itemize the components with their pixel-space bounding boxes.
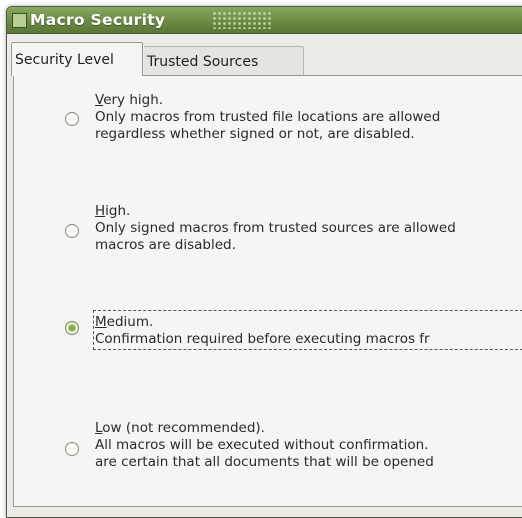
option-low-title: Low (not recommended). xyxy=(95,420,265,436)
option-high[interactable]: High. Only signed macros from trusted so… xyxy=(95,203,456,254)
option-medium[interactable]: Medium. Confirmation required before exe… xyxy=(95,314,430,348)
option-medium-desc-1: Confirmation required before executing m… xyxy=(95,331,430,347)
option-low-desc-2: are certain that all documents that will… xyxy=(95,454,434,470)
option-high-desc-2: macros are disabled. xyxy=(95,237,236,253)
radio-very-high[interactable] xyxy=(65,112,79,126)
option-low[interactable]: Low (not recommended). All macros will b… xyxy=(95,420,434,471)
window-menu-icon[interactable] xyxy=(12,13,27,28)
option-high-desc-1: Only signed macros from trusted sources … xyxy=(95,220,456,236)
option-very-high-desc-1: Only macros from trusted file locations … xyxy=(95,109,441,125)
option-very-high[interactable]: Very high. Only macros from trusted file… xyxy=(95,92,440,143)
title-grip-decoration xyxy=(212,11,272,29)
tab-trusted-sources[interactable]: Trusted Sources xyxy=(144,46,304,76)
option-low-desc-1: All macros will be executed without conf… xyxy=(95,437,429,453)
option-medium-title: Medium. xyxy=(95,314,154,330)
radio-low[interactable] xyxy=(65,442,79,456)
radio-high[interactable] xyxy=(65,224,79,238)
option-very-high-desc-2: regardless whether signed or not, are di… xyxy=(95,126,415,142)
tab-security-level[interactable]: Security Level xyxy=(11,42,143,76)
window-title: Macro Security xyxy=(30,11,166,29)
radio-medium[interactable] xyxy=(65,321,79,335)
title-bar[interactable]: Macro Security xyxy=(7,7,522,34)
option-high-title: High. xyxy=(95,203,131,219)
option-very-high-title: Very high. xyxy=(95,92,164,108)
